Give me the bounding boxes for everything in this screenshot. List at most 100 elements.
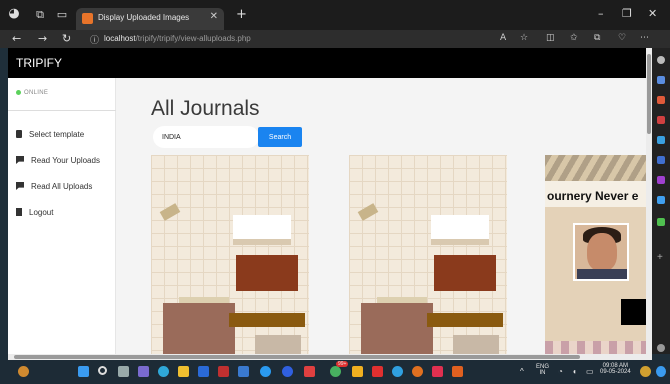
youtube-icon[interactable]	[372, 366, 383, 377]
notification-badge: 99+	[336, 361, 349, 367]
journal-card-2[interactable]	[349, 155, 507, 354]
search-icon[interactable]	[657, 56, 665, 64]
sidebar-item-logout[interactable]: Logout	[16, 208, 53, 217]
online-dot-icon	[16, 90, 21, 95]
battery-icon[interactable]: ▭	[586, 367, 594, 376]
file-explorer-icon[interactable]	[178, 366, 189, 377]
status-online: ONLINE	[16, 90, 48, 96]
brave-icon[interactable]	[432, 366, 443, 377]
telegram-icon[interactable]	[392, 366, 403, 377]
brown-paper	[361, 303, 433, 354]
card-title: ournery Never e	[547, 189, 639, 203]
rust-paper	[236, 255, 298, 291]
profile-icon[interactable]: ◕	[8, 7, 20, 20]
folder-icon[interactable]	[352, 366, 363, 377]
screen: ◕ ⧉ ▭ Display Uploaded Images ✕ + – ❐ ✕ …	[0, 0, 670, 384]
back-button[interactable]: ←	[12, 32, 21, 45]
paper-note	[233, 215, 291, 245]
search-button[interactable]: Search	[258, 127, 302, 147]
edge-icon[interactable]	[158, 366, 169, 377]
collections-bar-icon[interactable]: ⧉	[594, 33, 600, 43]
minimize-button[interactable]: –	[598, 7, 604, 20]
brand-logo[interactable]: TRIPIFY	[16, 56, 62, 70]
url-text: localhost/tripify/tripify/view-allupload…	[104, 34, 251, 43]
bronze-strip	[427, 313, 503, 327]
app-icon[interactable]	[304, 366, 315, 377]
forward-button[interactable]: →	[38, 32, 47, 45]
journal-card-3[interactable]: ournery Never e	[545, 155, 652, 354]
notification-icon[interactable]	[640, 366, 651, 377]
maximize-button[interactable]: ❐	[622, 7, 632, 20]
new-tab-button[interactable]: +	[236, 7, 247, 22]
office-icon[interactable]	[657, 156, 665, 164]
search-taskbar-icon[interactable]	[98, 366, 107, 375]
vertical-scroll-thumb[interactable]	[647, 54, 651, 134]
teams-icon[interactable]	[138, 366, 149, 377]
app-blue-icon[interactable]	[238, 366, 249, 377]
task-view-icon[interactable]	[118, 366, 129, 377]
journal-card-1[interactable]	[151, 155, 309, 354]
extension-icon[interactable]: ♡	[618, 33, 626, 43]
language-indicator[interactable]: ENG IN	[536, 364, 549, 376]
flag-icon	[16, 182, 24, 190]
tab-title: Display Uploaded Images	[98, 13, 190, 22]
black-square	[621, 299, 647, 325]
weather-icon[interactable]	[18, 366, 29, 377]
send-icon[interactable]	[657, 196, 665, 204]
tools-icon[interactable]	[657, 116, 665, 124]
clock[interactable]: 09:08 AM 09-05-2024	[600, 363, 631, 375]
read-aloud-icon[interactable]: A	[500, 33, 506, 43]
shopping-icon[interactable]	[657, 96, 665, 104]
copilot-taskbar-icon[interactable]	[656, 366, 666, 377]
browser-tab-active[interactable]: Display Uploaded Images ✕	[76, 8, 224, 30]
favorites-icon[interactable]: ✩	[570, 33, 578, 43]
store-icon[interactable]	[198, 366, 209, 377]
bronze-strip	[229, 313, 305, 327]
copilot-icon[interactable]	[657, 76, 665, 84]
app-red-icon[interactable]	[218, 366, 229, 377]
app-header: TRIPIFY	[8, 48, 652, 78]
web-page: TRIPIFY ONLINE Select template Read Your…	[8, 48, 652, 354]
firefox-icon[interactable]	[412, 366, 423, 377]
more-menu-icon[interactable]: ⋯	[640, 33, 649, 43]
wifi-icon[interactable]: ◔	[558, 367, 563, 376]
xampp-icon[interactable]	[452, 366, 463, 377]
vertical-scrollbar[interactable]	[646, 48, 652, 354]
volume-icon[interactable]: ◖	[572, 367, 577, 376]
split-screen-icon[interactable]: ◫	[546, 33, 555, 43]
url-field[interactable]: ⓘ localhost/tripify/tripify/view-alluplo…	[84, 32, 526, 46]
horizontal-scroll-thumb[interactable]	[14, 355, 580, 359]
games-icon[interactable]	[657, 136, 665, 144]
favorite-star-icon[interactable]: ☆	[520, 33, 528, 43]
close-window-button[interactable]: ✕	[648, 7, 657, 20]
shirt	[577, 269, 627, 279]
tab-close-icon[interactable]: ✕	[210, 11, 218, 22]
face	[587, 233, 617, 271]
sidebar-item-read-all-uploads[interactable]: Read All Uploads	[16, 182, 92, 191]
page-title: All Journals	[151, 97, 260, 120]
tray-chevron-icon[interactable]: ^	[520, 367, 524, 376]
drop-icon[interactable]	[657, 218, 665, 226]
vscode-icon[interactable]	[260, 366, 271, 377]
facebook-icon[interactable]	[282, 366, 293, 377]
reload-button[interactable]: ↻	[62, 32, 71, 45]
search-input[interactable]	[153, 126, 259, 148]
info-icon[interactable]: ⓘ	[90, 33, 99, 46]
whatsapp-icon[interactable]	[330, 366, 341, 377]
favicon-icon	[82, 13, 93, 24]
taskbar: 99+ ^ ENG IN ◔ ◖ ▭ 09:08 AM 09-05-2024	[0, 360, 670, 384]
document-icon	[16, 130, 22, 138]
outlook-icon[interactable]	[657, 176, 665, 184]
start-icon[interactable]	[78, 366, 89, 377]
exit-icon	[16, 208, 22, 216]
collections-icon[interactable]: ⧉	[34, 9, 46, 21]
add-icon[interactable]: +	[657, 253, 665, 263]
main-content: All Journals Search	[116, 78, 652, 354]
tab-actions-icon[interactable]: ▭	[56, 9, 68, 21]
rust-paper	[434, 255, 496, 291]
sidebar-item-read-your-uploads[interactable]: Read Your Uploads	[16, 156, 100, 165]
sidebar-item-select-template[interactable]: Select template	[16, 130, 84, 139]
brown-paper	[163, 303, 235, 354]
settings-icon[interactable]	[657, 344, 665, 352]
flower-strip	[545, 341, 652, 354]
